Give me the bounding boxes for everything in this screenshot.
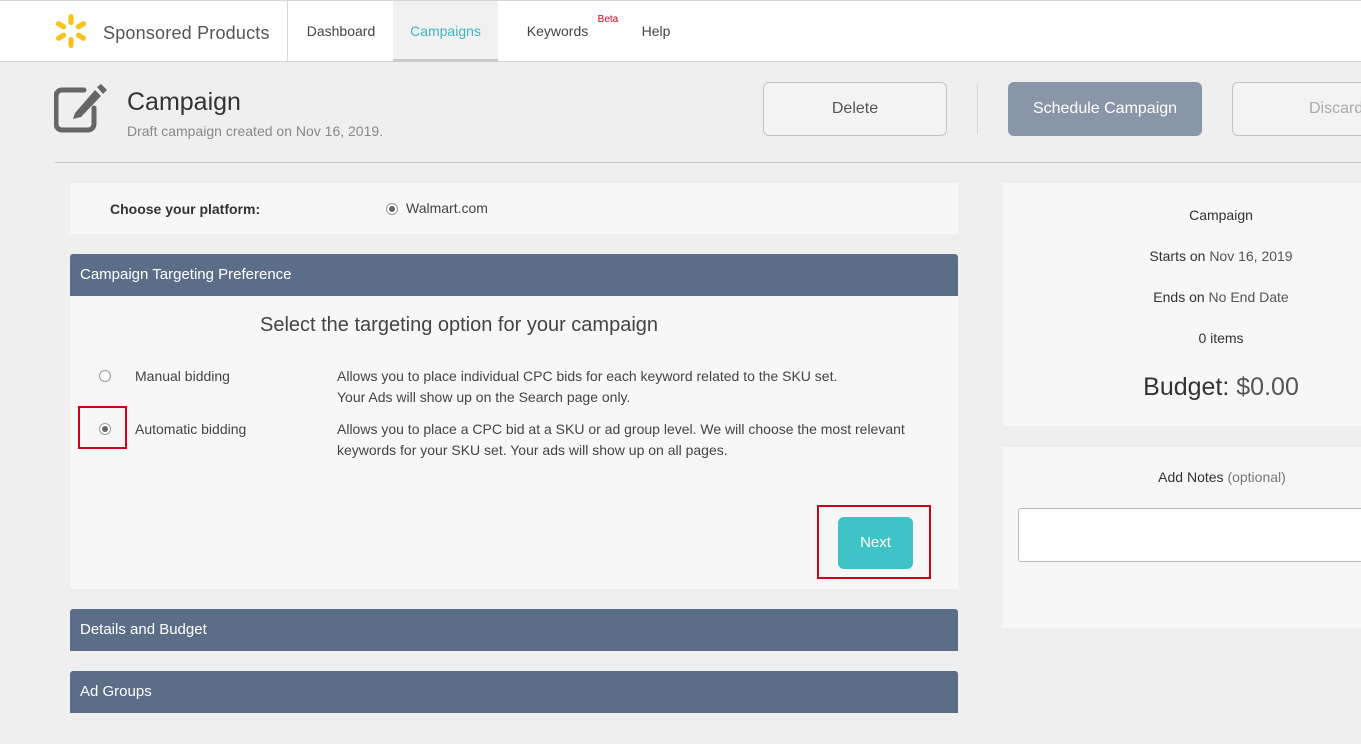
platform-card: Choose your platform: Walmart.com (70, 183, 958, 234)
summary-starts: Starts on Nov 16, 2019 (1003, 248, 1361, 264)
delete-button[interactable]: Delete (763, 82, 947, 136)
automatic-bidding-label[interactable]: Automatic bidding (135, 421, 246, 437)
nav-dashboard[interactable]: Dashboard (289, 1, 393, 62)
targeting-body: Select the targeting option for your cam… (70, 296, 958, 589)
summary-ends: Ends on No End Date (1003, 289, 1361, 305)
schedule-campaign-button[interactable]: Schedule Campaign (1008, 82, 1202, 136)
summary-items: 0 items (1198, 330, 1244, 346)
ends-value: No End Date (1208, 289, 1289, 305)
nav-dashboard-label: Dashboard (306, 23, 376, 39)
nav-keywords[interactable]: Keywords Beta (498, 1, 631, 62)
ad-groups-section-header[interactable]: Ad Groups (70, 671, 958, 713)
automatic-desc-line-1: Allows you to place a CPC bid at a SKU o… (337, 421, 905, 437)
budget-prefix: Budget: (1143, 373, 1230, 401)
budget-value: $0.00 (1236, 373, 1299, 401)
details-budget-section-header[interactable]: Details and Budget (70, 609, 958, 651)
manual-desc-line-1: Allows you to place individual CPC bids … (337, 368, 838, 384)
notes-panel: Add Notes (optional) (1003, 447, 1361, 628)
beta-badge: Beta (597, 14, 619, 25)
automatic-bidding-description: Allows you to place a CPC bid at a SKU o… (337, 419, 937, 461)
brand[interactable]: Sponsored Products (0, 1, 288, 62)
top-nav-bar: Sponsored Products Dashboard Campaigns K… (0, 0, 1361, 62)
manual-desc-line-2: Your Ads will show up on the Search page… (337, 389, 631, 405)
starts-prefix: Starts on (1149, 248, 1206, 264)
edit-pencil-icon (54, 84, 107, 133)
nav-help[interactable]: Help (631, 1, 681, 62)
page-subtitle: Draft campaign created on Nov 16, 2019. (127, 123, 384, 139)
manual-bidding-description: Allows you to place individual CPC bids … (337, 366, 937, 408)
header-divider (55, 162, 1361, 163)
manual-bidding-label[interactable]: Manual bidding (135, 368, 230, 384)
nav-help-label: Help (641, 23, 671, 39)
manual-bidding-radio[interactable] (99, 370, 111, 382)
platform-radio[interactable] (386, 203, 398, 215)
walmart-spark-icon (55, 14, 87, 48)
notes-label: Add Notes (optional) (1003, 469, 1361, 485)
summary-title: Campaign (1189, 207, 1253, 223)
targeting-section-header[interactable]: Campaign Targeting Preference (70, 254, 958, 296)
page-title: Campaign (127, 88, 241, 116)
automatic-desc-line-2: keywords for your SKU set. Your ads will… (337, 442, 728, 458)
discard-button[interactable]: Discard (1232, 82, 1361, 136)
automatic-bidding-radio[interactable] (99, 423, 111, 435)
nav-campaigns[interactable]: Campaigns (393, 1, 498, 62)
notes-input[interactable] (1018, 508, 1361, 562)
brand-name: Sponsored Products (103, 23, 270, 43)
campaign-summary-panel: Campaign Starts on Nov 16, 2019 Ends on … (1003, 183, 1361, 426)
nav-campaigns-label: Campaigns (410, 23, 481, 39)
targeting-prompt: Select the targeting option for your cam… (259, 314, 659, 336)
notes-optional: (optional) (1227, 469, 1286, 485)
ends-prefix: Ends on (1153, 289, 1205, 305)
nav-keywords-label: Keywords (526, 23, 589, 39)
notes-label-text: Add Notes (1158, 469, 1224, 485)
divider (977, 84, 978, 134)
next-button[interactable]: Next (838, 517, 913, 569)
platform-value: Walmart.com (406, 200, 488, 216)
summary-budget: Budget: $0.00 (1003, 373, 1361, 402)
starts-value: Nov 16, 2019 (1209, 248, 1293, 264)
platform-label: Choose your platform: (110, 201, 261, 217)
